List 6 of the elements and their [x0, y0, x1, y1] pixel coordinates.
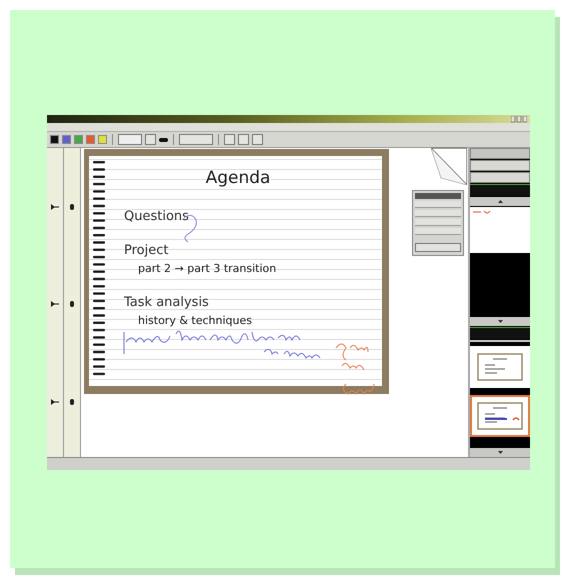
- slide-bullet: history & techniques: [137, 313, 253, 329]
- slide-bullet: part 2 → part 3 transition: [137, 261, 278, 277]
- slide-title: Agenda: [204, 168, 272, 188]
- slide-bullet: Project: [124, 243, 170, 259]
- slide-bullet: Task analysis: [124, 295, 210, 311]
- slide-bullet: Questions: [124, 209, 190, 225]
